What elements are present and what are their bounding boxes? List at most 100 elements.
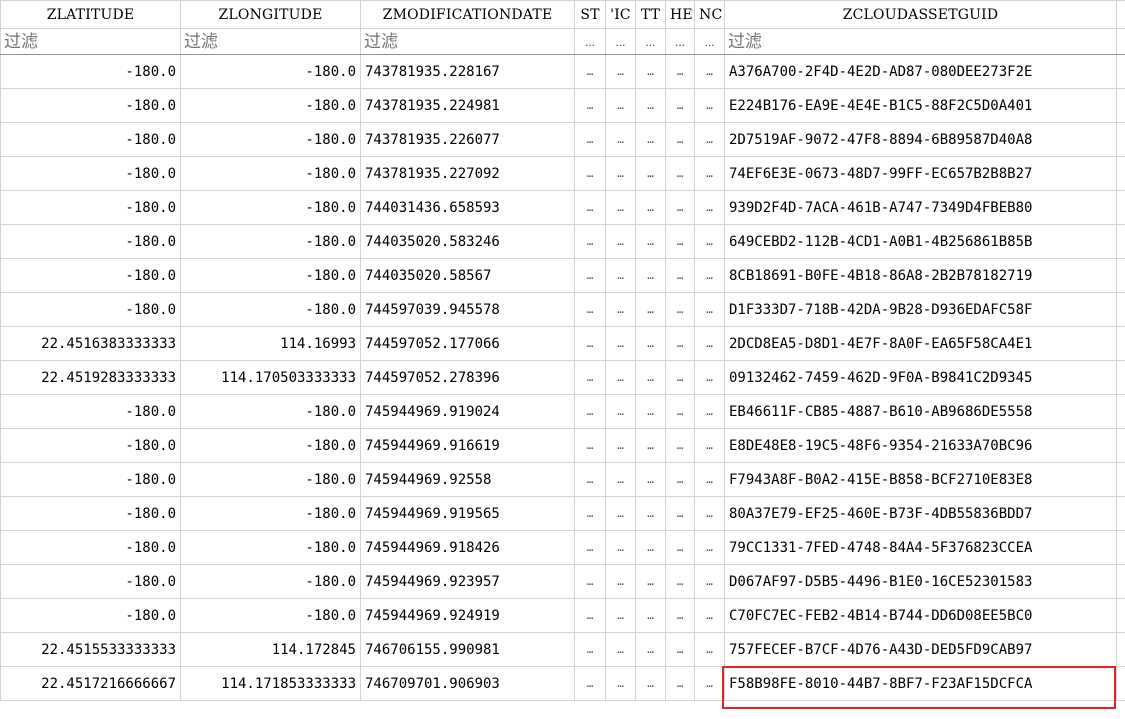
filter-input-he[interactable]: ... bbox=[665, 28, 695, 55]
cell-zlongitude[interactable]: -180.0 bbox=[180, 156, 361, 191]
cell-ic[interactable]: … bbox=[605, 360, 636, 395]
cell-overflow[interactable] bbox=[1116, 88, 1125, 123]
table-row[interactable]: -180.0 -180.0 745944969.924919…………… C70FC7E… bbox=[0, 598, 1125, 633]
cell-zmodificationdate[interactable]: 746709701.906903 bbox=[360, 666, 575, 701]
cell-zcloudassetguid[interactable]: 74EF6E3E-0673-48D7-99FF-EC657B2B8B27 bbox=[724, 156, 1117, 191]
cell-he[interactable]: … bbox=[665, 632, 695, 667]
cell-nc[interactable]: … bbox=[694, 462, 725, 497]
cell-he[interactable]: … bbox=[665, 428, 695, 463]
table-row[interactable]: -180.0 -180.0 744597039.945578…………… D1F333D… bbox=[0, 292, 1125, 327]
cell-zlatitude[interactable]: -180.0 bbox=[0, 88, 181, 123]
filter-input-zmodificationdate[interactable] bbox=[364, 31, 571, 52]
cell-zcloudassetguid[interactable]: D067AF97-D5B5-4496-B1E0-16CE52301583 bbox=[724, 564, 1117, 599]
cell-zcloudassetguid[interactable]: 649CEBD2-112B-4CD1-A0B1-4B256861B85B bbox=[724, 224, 1117, 259]
cell-overflow[interactable] bbox=[1116, 530, 1125, 565]
cell-zlatitude[interactable]: -180.0 bbox=[0, 54, 181, 89]
cell-zlongitude[interactable]: -180.0 bbox=[180, 122, 361, 157]
cell-overflow[interactable] bbox=[1116, 54, 1125, 89]
column-header-zlatitude[interactable]: ZLATITUDE bbox=[0, 0, 181, 29]
cell-zlongitude[interactable]: -180.0 bbox=[180, 394, 361, 429]
cell-ic[interactable]: … bbox=[605, 428, 636, 463]
cell-nc[interactable]: … bbox=[694, 428, 725, 463]
cell-ic[interactable]: … bbox=[605, 496, 636, 531]
cell-nc[interactable]: … bbox=[694, 292, 725, 327]
cell-he[interactable]: … bbox=[665, 224, 695, 259]
cell-st[interactable]: … bbox=[574, 54, 606, 89]
cell-zmodificationdate[interactable]: 743781935.228167 bbox=[360, 54, 575, 89]
cell-zcloudassetguid[interactable]: EB46611F-CB85-4887-B610-AB9686DE5558 bbox=[724, 394, 1117, 429]
cell-zlatitude[interactable]: -180.0 bbox=[0, 530, 181, 565]
filter-input-nc[interactable]: ... bbox=[694, 28, 725, 55]
cell-zlatitude[interactable]: 22.4515533333333 bbox=[0, 632, 181, 667]
cell-zlatitude[interactable]: -180.0 bbox=[0, 292, 181, 327]
cell-zlongitude[interactable]: -180.0 bbox=[180, 224, 361, 259]
cell-zcloudassetguid[interactable]: E224B176-EA9E-4E4E-B1C5-88F2C5D0A401 bbox=[724, 88, 1117, 123]
cell-zlongitude[interactable]: -180.0 bbox=[180, 496, 361, 531]
cell-nc[interactable]: … bbox=[694, 394, 725, 429]
cell-zcloudassetguid[interactable]: 757FECEF-B7CF-4D76-A43D-DED5FD9CAB97 bbox=[724, 632, 1117, 667]
cell-zmodificationdate[interactable]: 743781935.226077 bbox=[360, 122, 575, 157]
cell-he[interactable]: … bbox=[665, 462, 695, 497]
cell-zlatitude[interactable]: -180.0 bbox=[0, 156, 181, 191]
cell-overflow[interactable] bbox=[1116, 292, 1125, 327]
table-row[interactable]: -180.0 -180.0 743781935.228167…………… A376A70… bbox=[0, 54, 1125, 89]
cell-nc[interactable]: … bbox=[694, 156, 725, 191]
cell-overflow[interactable] bbox=[1116, 632, 1125, 667]
cell-st[interactable]: … bbox=[574, 224, 606, 259]
cell-zmodificationdate[interactable]: 743781935.227092 bbox=[360, 156, 575, 191]
cell-st[interactable]: … bbox=[574, 190, 606, 225]
cell-tt[interactable]: … bbox=[635, 564, 666, 599]
cell-he[interactable]: … bbox=[665, 292, 695, 327]
cell-ic[interactable]: … bbox=[605, 598, 636, 633]
cell-st[interactable]: … bbox=[574, 292, 606, 327]
cell-zlatitude[interactable]: -180.0 bbox=[0, 224, 181, 259]
cell-zcloudassetguid[interactable]: D1F333D7-718B-42DA-9B28-D936EDAFC58F bbox=[724, 292, 1117, 327]
cell-zcloudassetguid[interactable]: F7943A8F-B0A2-415E-B858-BCF2710E83E8 bbox=[724, 462, 1117, 497]
cell-ic[interactable]: … bbox=[605, 394, 636, 429]
cell-zmodificationdate[interactable]: 744035020.583246 bbox=[360, 224, 575, 259]
cell-nc[interactable]: … bbox=[694, 360, 725, 395]
cell-zcloudassetguid[interactable]: F58B98FE-8010-44B7-8BF7-F23AF15DCFCA bbox=[724, 666, 1117, 701]
table-row[interactable]: -180.0 -180.0 743781935.227092…………… 74EF6E3… bbox=[0, 156, 1125, 191]
cell-tt[interactable]: … bbox=[635, 598, 666, 633]
cell-overflow[interactable] bbox=[1116, 394, 1125, 429]
cell-zlongitude[interactable]: -180.0 bbox=[180, 462, 361, 497]
cell-tt[interactable]: … bbox=[635, 496, 666, 531]
table-row[interactable]: -180.0 -180.0 743781935.224981…………… E224B17… bbox=[0, 88, 1125, 123]
cell-zlongitude[interactable]: -180.0 bbox=[180, 564, 361, 599]
cell-st[interactable]: … bbox=[574, 360, 606, 395]
cell-st[interactable]: … bbox=[574, 428, 606, 463]
cell-st[interactable]: … bbox=[574, 156, 606, 191]
cell-he[interactable]: … bbox=[665, 394, 695, 429]
cell-zlongitude[interactable]: -180.0 bbox=[180, 292, 361, 327]
cell-ic[interactable]: … bbox=[605, 258, 636, 293]
cell-zlatitude[interactable]: 22.4517216666667 bbox=[0, 666, 181, 701]
column-header-ic[interactable]: 'IC bbox=[605, 0, 636, 29]
cell-st[interactable]: … bbox=[574, 326, 606, 361]
filter-input-st[interactable]: ... bbox=[574, 28, 606, 55]
cell-zlongitude[interactable]: 114.170503333333 bbox=[180, 360, 361, 395]
cell-zmodificationdate[interactable]: 745944969.918426 bbox=[360, 530, 575, 565]
column-header-zcloudassetguid[interactable]: ZCLOUDASSETGUID bbox=[724, 0, 1117, 29]
cell-zlongitude[interactable]: -180.0 bbox=[180, 530, 361, 565]
cell-overflow[interactable] bbox=[1116, 326, 1125, 361]
cell-tt[interactable]: … bbox=[635, 326, 666, 361]
cell-nc[interactable]: … bbox=[694, 564, 725, 599]
table-row[interactable]: 22.4515533333333 114.172845 746706155.9909… bbox=[0, 632, 1125, 667]
table-row[interactable]: 22.4517216666667 114.171853333333 74670970… bbox=[0, 666, 1125, 701]
table-row[interactable]: -180.0 -180.0 745944969.92558…………… F7943A8F… bbox=[0, 462, 1125, 497]
cell-st[interactable]: … bbox=[574, 394, 606, 429]
cell-he[interactable]: … bbox=[665, 564, 695, 599]
table-row[interactable]: -180.0 -180.0 743781935.226077…………… 2D7519A… bbox=[0, 122, 1125, 157]
cell-ic[interactable]: … bbox=[605, 462, 636, 497]
cell-tt[interactable]: … bbox=[635, 224, 666, 259]
cell-st[interactable]: … bbox=[574, 258, 606, 293]
cell-tt[interactable]: … bbox=[635, 632, 666, 667]
table-row[interactable]: -180.0 -180.0 744031436.658593…………… 939D2F4… bbox=[0, 190, 1125, 225]
cell-zmodificationdate[interactable]: 743781935.224981 bbox=[360, 88, 575, 123]
cell-zcloudassetguid[interactable]: 79CC1331-7FED-4748-84A4-5F376823CCEA bbox=[724, 530, 1117, 565]
cell-he[interactable]: … bbox=[665, 496, 695, 531]
cell-zlatitude[interactable]: -180.0 bbox=[0, 258, 181, 293]
cell-overflow[interactable] bbox=[1116, 666, 1125, 701]
cell-zmodificationdate[interactable]: 745944969.919024 bbox=[360, 394, 575, 429]
